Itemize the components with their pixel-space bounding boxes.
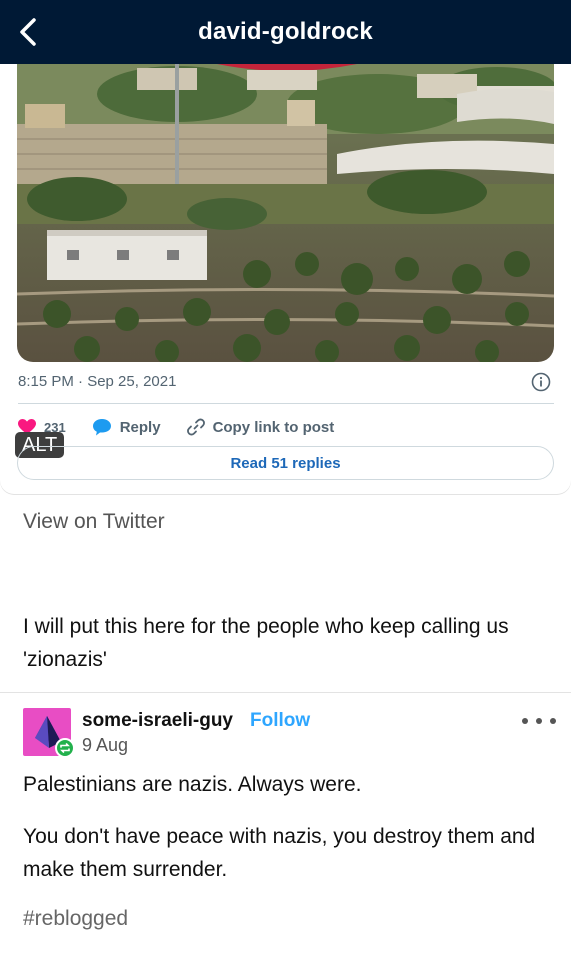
- follow-button[interactable]: Follow: [250, 710, 310, 732]
- post-tag[interactable]: #reblogged: [23, 907, 128, 931]
- back-chevron-left-icon[interactable]: [10, 14, 46, 50]
- read-replies-button[interactable]: Read 51 replies: [17, 446, 554, 480]
- tweet-actions: 231 Reply Copy link to post: [18, 415, 360, 439]
- tweet-divider: [18, 403, 554, 404]
- link-icon: [186, 418, 205, 436]
- top-bar: david-goldrock: [0, 0, 571, 64]
- dot: [536, 718, 542, 724]
- view-on-twitter-link[interactable]: View on Twitter: [23, 510, 165, 534]
- more-dots-icon[interactable]: [522, 710, 556, 732]
- copy-link-label: Copy link to post: [212, 418, 335, 436]
- post-body-text: I will put this here for the people who …: [23, 615, 509, 671]
- reblog-date: 9 Aug: [82, 735, 129, 755]
- embedded-tweet-card: 8:15 PM · Sep 25, 2021 231 Reply Copy li…: [0, 64, 571, 494]
- tweet-photo[interactable]: [17, 64, 554, 362]
- dot: [522, 718, 528, 724]
- reblog-separator: [0, 692, 571, 693]
- info-icon[interactable]: [531, 372, 551, 392]
- reblog-icon: [55, 738, 75, 758]
- blog-title[interactable]: david-goldrock: [198, 18, 373, 46]
- tweet-timestamp[interactable]: 8:15 PM · Sep 25, 2021: [18, 373, 176, 390]
- dot: [550, 718, 556, 724]
- copy-link-button[interactable]: Copy link to post: [186, 418, 335, 436]
- reply-button[interactable]: Reply: [92, 418, 161, 436]
- reblog-paragraph: You don't have peace with nazis, you des…: [23, 825, 536, 881]
- reply-bubble-icon: [92, 419, 111, 436]
- reply-label: Reply: [119, 418, 161, 436]
- reblog-paragraph: Palestinians are nazis. Always were.: [23, 773, 362, 796]
- reblog-username[interactable]: some-israeli-guy: [82, 710, 233, 732]
